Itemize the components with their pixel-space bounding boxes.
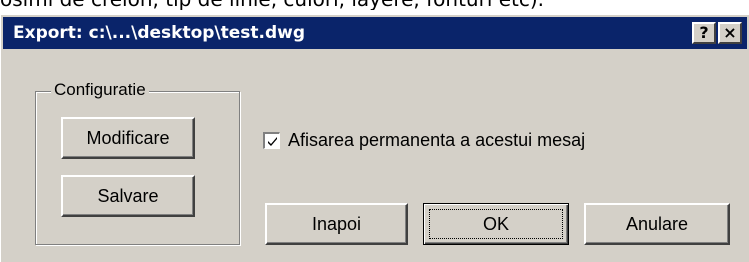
- inapoi-button[interactable]: Inapoi: [265, 203, 408, 245]
- inapoi-button-label: Inapoi: [311, 213, 362, 234]
- title-bar[interactable]: Export: c:\...\desktop\test.dwg ? ×: [3, 17, 747, 49]
- modificare-button-label: Modificare: [86, 127, 170, 148]
- configuratie-groupbox: [35, 91, 240, 245]
- ok-button[interactable]: OK: [423, 203, 569, 245]
- salvare-button[interactable]: Salvare: [61, 175, 195, 217]
- focus-indicator: [429, 209, 563, 239]
- help-button[interactable]: ?: [692, 22, 716, 44]
- modificare-button[interactable]: Modificare: [61, 117, 195, 159]
- anulare-button-label: Anulare: [625, 213, 689, 234]
- show-message-label[interactable]: Afisarea permanenta a acestui mesaj: [288, 128, 585, 152]
- close-icon: ×: [723, 23, 737, 42]
- background-document-text: osimi de creion, tip de linie, culori, l…: [0, 0, 749, 10]
- configuratie-group-label: Configuratie: [51, 79, 149, 101]
- checkmark-icon: [268, 137, 277, 146]
- export-dialog: Export: c:\...\desktop\test.dwg ? × Conf…: [0, 14, 749, 262]
- close-button[interactable]: ×: [718, 22, 742, 44]
- anulare-button[interactable]: Anulare: [584, 203, 730, 245]
- show-message-checkbox[interactable]: [263, 132, 280, 149]
- dialog-title: Export: c:\...\desktop\test.dwg: [13, 23, 306, 43]
- help-icon: ?: [699, 23, 709, 42]
- salvare-button-label: Salvare: [97, 185, 159, 206]
